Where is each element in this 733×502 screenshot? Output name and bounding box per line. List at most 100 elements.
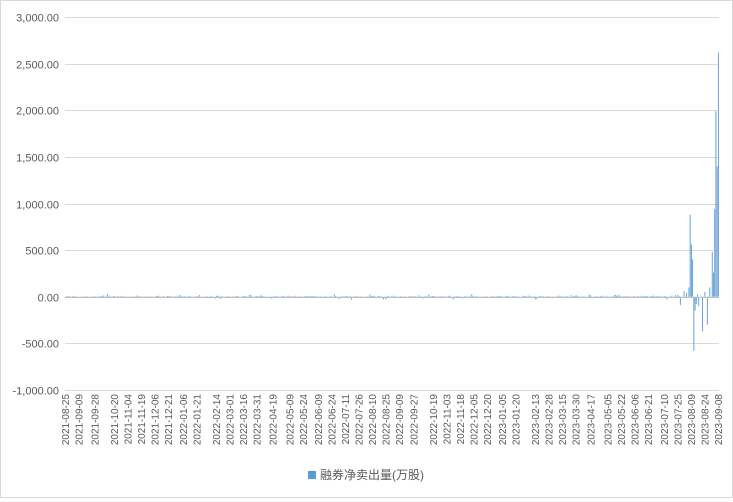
bar (704, 292, 706, 297)
bar (576, 295, 578, 297)
bar (692, 259, 694, 297)
bar (380, 296, 382, 297)
x-tick-label: 2022-03-01 (226, 394, 237, 446)
bar (711, 251, 713, 297)
y-tick-label: 0.00 (38, 293, 59, 305)
x-tick-label: 2022-01-21 (192, 394, 203, 446)
x-tick-label: 2022-03-16 (239, 394, 250, 446)
bar (121, 296, 123, 297)
bar (228, 295, 230, 297)
bar (678, 296, 680, 297)
bar (601, 296, 603, 297)
bar (343, 296, 345, 297)
bar (136, 295, 138, 297)
x-tick-label: 2022-08-25 (381, 394, 392, 446)
bar (645, 296, 647, 297)
x-tick-label: 2023-09-08 (714, 394, 725, 446)
bar (330, 296, 332, 297)
bar (527, 295, 529, 297)
bar (287, 296, 289, 297)
bar (713, 272, 714, 297)
bar (94, 296, 96, 297)
bar (294, 295, 296, 297)
x-tick-label: 2021-08-25 (61, 394, 72, 446)
x-tick-label: 2022-01-06 (179, 394, 190, 446)
bar (369, 294, 371, 297)
x-tick-label: 2021-11-19 (137, 394, 148, 445)
bar (179, 295, 181, 297)
bar (538, 296, 540, 297)
bar (643, 296, 644, 297)
bar (386, 296, 388, 297)
bar (181, 296, 183, 298)
bar (498, 296, 500, 297)
x-tick-label: 2022-12-05 (470, 394, 481, 446)
bar (261, 295, 263, 297)
bar (299, 296, 301, 297)
bar (644, 295, 646, 297)
bar (663, 296, 665, 297)
bar (310, 296, 312, 297)
bar (316, 296, 318, 297)
bar (349, 296, 351, 297)
legend: 融券净卖出量(万股) (308, 467, 424, 482)
bar (433, 296, 435, 297)
bar (313, 296, 314, 297)
bar (714, 209, 716, 297)
bar (114, 295, 116, 297)
bar (120, 296, 122, 297)
bar (411, 296, 413, 297)
bar (619, 296, 621, 297)
bar (314, 296, 316, 298)
x-tick-label: 2023-01-05 (498, 394, 509, 446)
y-tick-label: 3,000.00 (16, 13, 59, 25)
bar (522, 295, 524, 297)
bar (715, 111, 717, 297)
bar (418, 295, 420, 297)
bar (665, 296, 667, 297)
bar (500, 296, 502, 297)
bar (113, 296, 114, 297)
bar (244, 296, 246, 297)
bar (618, 294, 620, 297)
x-tick-label: 2021-12-21 (164, 394, 175, 446)
x-tick-label: 2022-06-24 (327, 394, 338, 446)
bar (505, 295, 507, 297)
bar (465, 295, 467, 297)
bar (436, 296, 438, 298)
x-tick-label: 2023-08-24 (700, 394, 711, 446)
bar (335, 296, 337, 297)
x-tick-label: 2022-02-14 (212, 394, 223, 446)
bar (184, 296, 186, 297)
y-tick-label: 1,500.00 (16, 153, 59, 165)
x-tick-label: 2022-03-31 (253, 394, 264, 446)
bar (486, 296, 487, 297)
bar (717, 52, 719, 297)
bar (671, 295, 673, 297)
x-axis-ticks: 2021-08-25 2021-09-09 2021-09-28 2021-10-20… (61, 394, 725, 446)
bar (256, 296, 258, 297)
bar (155, 296, 157, 297)
bar (613, 295, 615, 297)
bar (697, 294, 698, 297)
bar (236, 295, 238, 297)
x-tick-label: 2021-11-04 (124, 394, 135, 445)
bar (650, 296, 652, 298)
bar (180, 296, 182, 298)
y-tick-label: 2,500.00 (16, 60, 59, 72)
bar (606, 295, 608, 297)
bar (600, 296, 602, 297)
bar (243, 296, 244, 297)
bar (476, 296, 478, 297)
bar (187, 296, 189, 297)
x-tick-label: 2022-07-26 (354, 394, 365, 446)
bar (511, 296, 513, 298)
bar (72, 295, 74, 297)
x-tick-label: 2022-12-20 (483, 394, 494, 446)
bar (614, 294, 616, 297)
x-tick-label: 2022-07-11 (341, 394, 352, 445)
bar (499, 295, 501, 297)
bar (218, 296, 220, 297)
bar (625, 296, 627, 297)
bar (320, 296, 322, 297)
